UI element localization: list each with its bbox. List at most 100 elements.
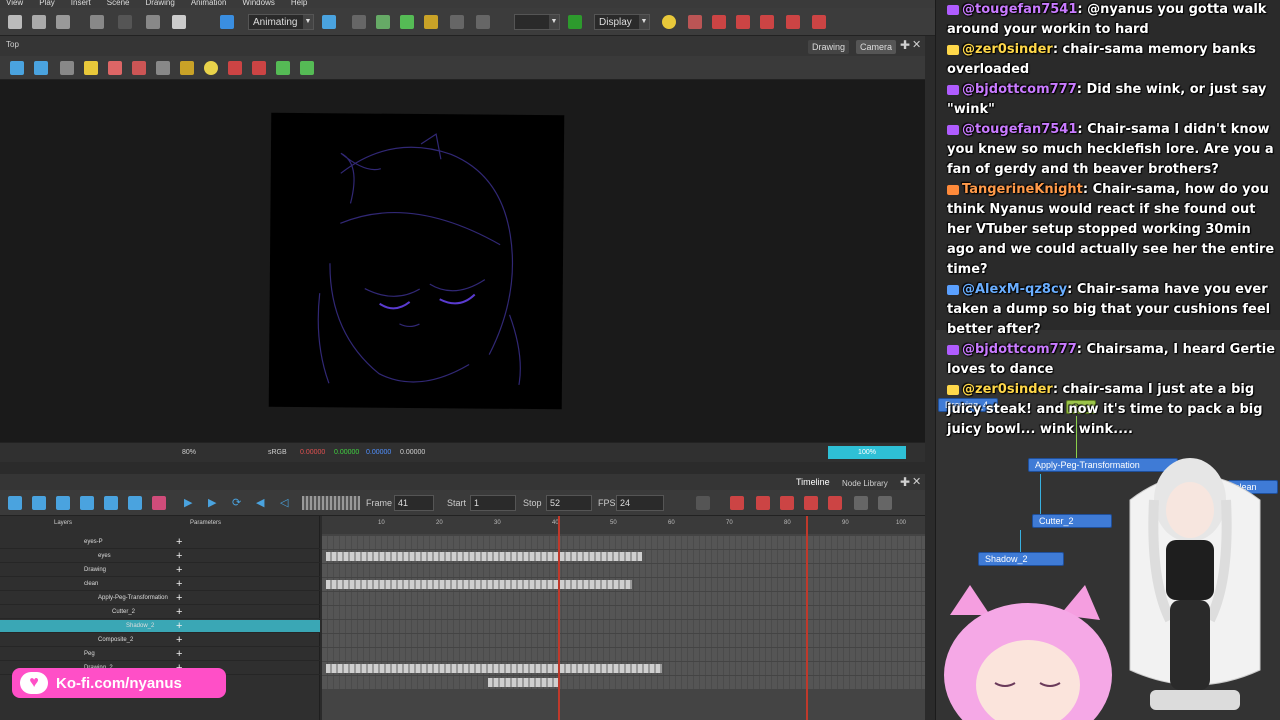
play-selection-icon[interactable]: ▶ (208, 496, 216, 509)
drawing-layer-icon[interactable] (80, 496, 94, 510)
frame-ruler[interactable]: 10 20 30 40 50 60 70 80 90 100 (322, 516, 925, 534)
frame-row[interactable] (322, 536, 925, 549)
brush-icon[interactable] (108, 61, 122, 75)
exposure-block[interactable] (488, 678, 558, 687)
layer-row[interactable]: eyes-P + (0, 536, 320, 549)
close-icon[interactable]: ✕ (912, 475, 921, 488)
menu-animation[interactable]: Animation (191, 0, 227, 8)
add-icon[interactable]: + (176, 550, 182, 562)
playback-speed-slider[interactable] (302, 496, 360, 510)
add-view-icon[interactable]: ✚ (900, 475, 910, 489)
stop-field[interactable]: 52 (546, 495, 592, 511)
menu-windows[interactable]: Windows (242, 0, 274, 8)
fit-view-icon[interactable] (10, 61, 24, 75)
animate-mode-icon[interactable] (568, 15, 582, 29)
reset-view-icon[interactable] (34, 61, 48, 75)
contour-icon[interactable] (252, 61, 266, 75)
frame-row[interactable] (322, 662, 925, 675)
effect-icon[interactable] (104, 496, 118, 510)
exposure-block[interactable] (326, 580, 632, 589)
onion-skin-icon[interactable] (60, 61, 74, 75)
key-motion-icon[interactable] (786, 15, 800, 29)
layer-row[interactable]: clean + (0, 578, 320, 591)
add-icon[interactable]: + (176, 592, 182, 604)
add-icon[interactable]: + (176, 648, 182, 660)
timeline-frames[interactable]: 10 20 30 40 50 60 70 80 90 100 (322, 516, 925, 720)
eraser-icon[interactable] (156, 61, 170, 75)
pivot-icon[interactable] (400, 15, 414, 29)
stroke-icon[interactable] (228, 61, 242, 75)
add-icon[interactable]: + (176, 536, 182, 548)
menu-drawing[interactable]: Drawing (145, 0, 174, 8)
flip-icon[interactable] (450, 15, 464, 29)
stop-marker[interactable] (806, 516, 808, 720)
layer-row[interactable]: Apply-Peg-Transformation + (0, 592, 320, 605)
volume-icon[interactable]: ◁ (280, 496, 288, 509)
zoom-level[interactable]: 80% (182, 449, 196, 456)
frame-row[interactable] (322, 676, 925, 689)
ease-in-icon[interactable] (756, 496, 770, 510)
motion-key-icon[interactable] (804, 496, 818, 510)
copy-icon[interactable] (172, 15, 186, 29)
line-tool-icon[interactable] (696, 496, 710, 510)
tab-timeline[interactable]: Timeline (796, 477, 830, 487)
frame-row[interactable] (322, 550, 925, 563)
light-bulb-icon[interactable] (662, 15, 676, 29)
tab-camera[interactable]: Camera (856, 40, 897, 54)
peg-rotate-icon[interactable] (300, 61, 314, 75)
save-icon[interactable] (8, 15, 22, 29)
stop-motion-icon[interactable] (828, 496, 842, 510)
add-icon[interactable]: + (176, 620, 182, 632)
bulb-icon[interactable] (204, 61, 218, 75)
menu-help[interactable]: Help (291, 0, 307, 8)
sound-icon[interactable]: ◀ (256, 496, 264, 509)
frame-row[interactable] (322, 564, 925, 577)
add-icon[interactable]: + (176, 578, 182, 590)
add-icon[interactable]: + (176, 564, 182, 576)
frame-field[interactable]: 41 (394, 495, 434, 511)
tab-node-library[interactable]: Node Library (842, 479, 888, 488)
frame-row[interactable] (322, 648, 925, 661)
exposure-block[interactable] (326, 552, 642, 561)
preferences-icon[interactable] (322, 15, 336, 29)
frame-row[interactable] (322, 620, 925, 633)
key-icon[interactable] (688, 15, 702, 29)
ease-out-icon[interactable] (780, 496, 794, 510)
pencil-icon[interactable] (132, 61, 146, 75)
workspace-icon[interactable] (220, 15, 234, 29)
add-icon[interactable]: + (176, 606, 182, 618)
layer-icon[interactable] (8, 496, 22, 510)
fps-field[interactable]: 24 (616, 495, 664, 511)
cutter-node[interactable]: Cutter_2 (1032, 514, 1112, 528)
zoom-bar[interactable]: 100% (828, 446, 906, 459)
loop-icon[interactable]: ⟳ (232, 496, 241, 509)
playhead[interactable] (558, 516, 560, 720)
exposure-block[interactable] (326, 664, 662, 673)
key-ease-icon[interactable] (812, 15, 826, 29)
frame-row[interactable] (322, 592, 925, 605)
tab-drawing[interactable]: Drawing (808, 40, 850, 54)
layer-row[interactable]: Cutter_2 + (0, 606, 320, 619)
peg-icon[interactable] (276, 61, 290, 75)
close-icon[interactable]: ✕ (912, 38, 921, 51)
layer-row[interactable]: Peg + (0, 648, 320, 661)
save-all-icon[interactable] (32, 15, 46, 29)
play-icon[interactable]: ▶ (184, 496, 192, 509)
shadow-node[interactable]: Shadow_2 (978, 552, 1064, 566)
start-field[interactable]: 1 (470, 495, 516, 511)
composite-icon[interactable] (128, 496, 142, 510)
filter-icon[interactable] (152, 496, 166, 510)
add-icon[interactable]: + (176, 634, 182, 646)
menu-play[interactable]: Play (39, 0, 55, 8)
nav-icon[interactable] (854, 496, 868, 510)
layer-row[interactable]: Drawing + (0, 564, 320, 577)
frame-row[interactable] (322, 578, 925, 591)
export-icon[interactable] (56, 15, 70, 29)
menu-scene[interactable]: Scene (107, 0, 130, 8)
kofi-banner[interactable]: ♥ Ko-fi.com/nyanus (12, 668, 226, 698)
field-select[interactable]: ▼ (514, 14, 560, 30)
menu-insert[interactable]: Insert (71, 0, 91, 8)
layer-row-selected[interactable]: Shadow_2 + (0, 620, 320, 633)
group-icon[interactable] (32, 496, 46, 510)
ease-icon[interactable] (730, 496, 744, 510)
